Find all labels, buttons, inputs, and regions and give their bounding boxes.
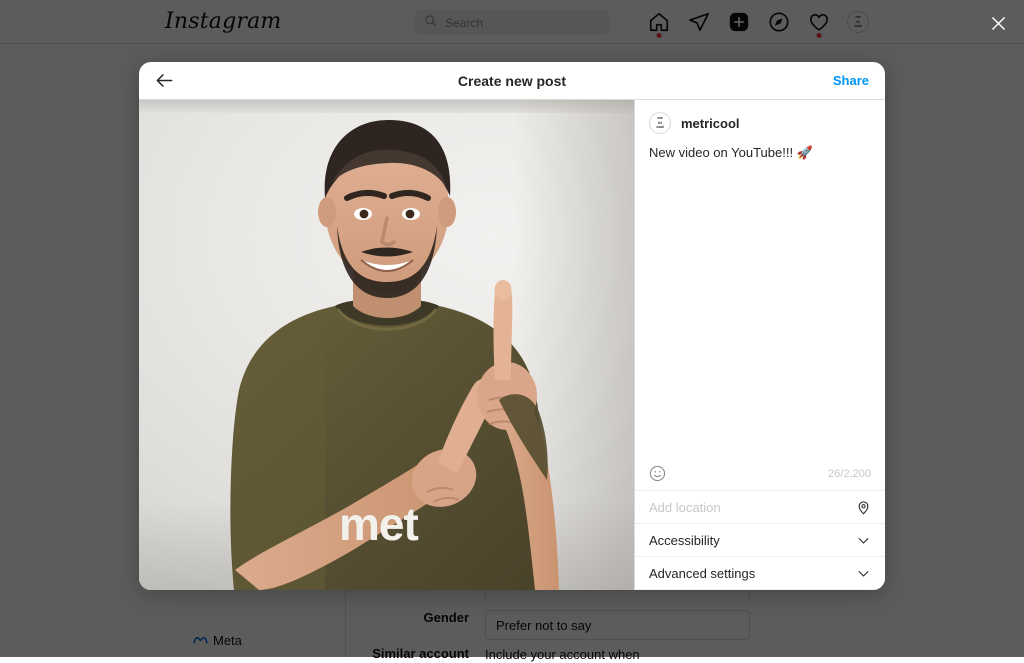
author-avatar-line-3: cool bbox=[656, 125, 664, 130]
post-photo-preview[interactable]: met bbox=[139, 100, 634, 590]
caption-input[interactable]: New video on YouTube!!! 🚀 bbox=[649, 144, 871, 162]
add-location-row[interactable]: Add location bbox=[635, 491, 885, 524]
advanced-settings-row[interactable]: Advanced settings bbox=[635, 557, 885, 590]
advanced-settings-label: Advanced settings bbox=[649, 565, 756, 581]
accessibility-row[interactable]: Accessibility bbox=[635, 524, 885, 557]
author-username: metricool bbox=[681, 115, 740, 131]
svg-text:met: met bbox=[339, 498, 418, 550]
caption-area[interactable]: New video on YouTube!!! 🚀 bbox=[635, 134, 885, 457]
close-icon[interactable] bbox=[986, 11, 1010, 35]
location-pin-icon bbox=[856, 500, 871, 515]
share-button[interactable]: Share bbox=[833, 73, 869, 88]
modal-header: Create new post Share bbox=[139, 62, 885, 100]
caption-character-counter: 26/2,200 bbox=[828, 467, 871, 480]
add-location-label: Add location bbox=[649, 499, 721, 515]
back-arrow-icon[interactable] bbox=[155, 71, 174, 90]
chevron-down-icon bbox=[856, 566, 871, 581]
post-details-sidebar: me tri cool metricool New video on YouTu… bbox=[634, 100, 885, 590]
chevron-down-icon bbox=[856, 533, 871, 548]
page-title: Create new post bbox=[457, 72, 567, 89]
accessibility-label: Accessibility bbox=[649, 532, 720, 548]
author-row: me tri cool metricool bbox=[635, 100, 885, 134]
photo-subject: met bbox=[230, 120, 559, 590]
caption-footer: 26/2,200 bbox=[635, 457, 885, 491]
emoji-icon[interactable] bbox=[649, 465, 666, 482]
author-avatar[interactable]: me tri cool bbox=[649, 112, 671, 134]
modal-body: met me tri cool metricool New video on Y… bbox=[139, 100, 885, 590]
create-new-post-modal: Create new post Share met me tri cool me… bbox=[139, 62, 885, 590]
